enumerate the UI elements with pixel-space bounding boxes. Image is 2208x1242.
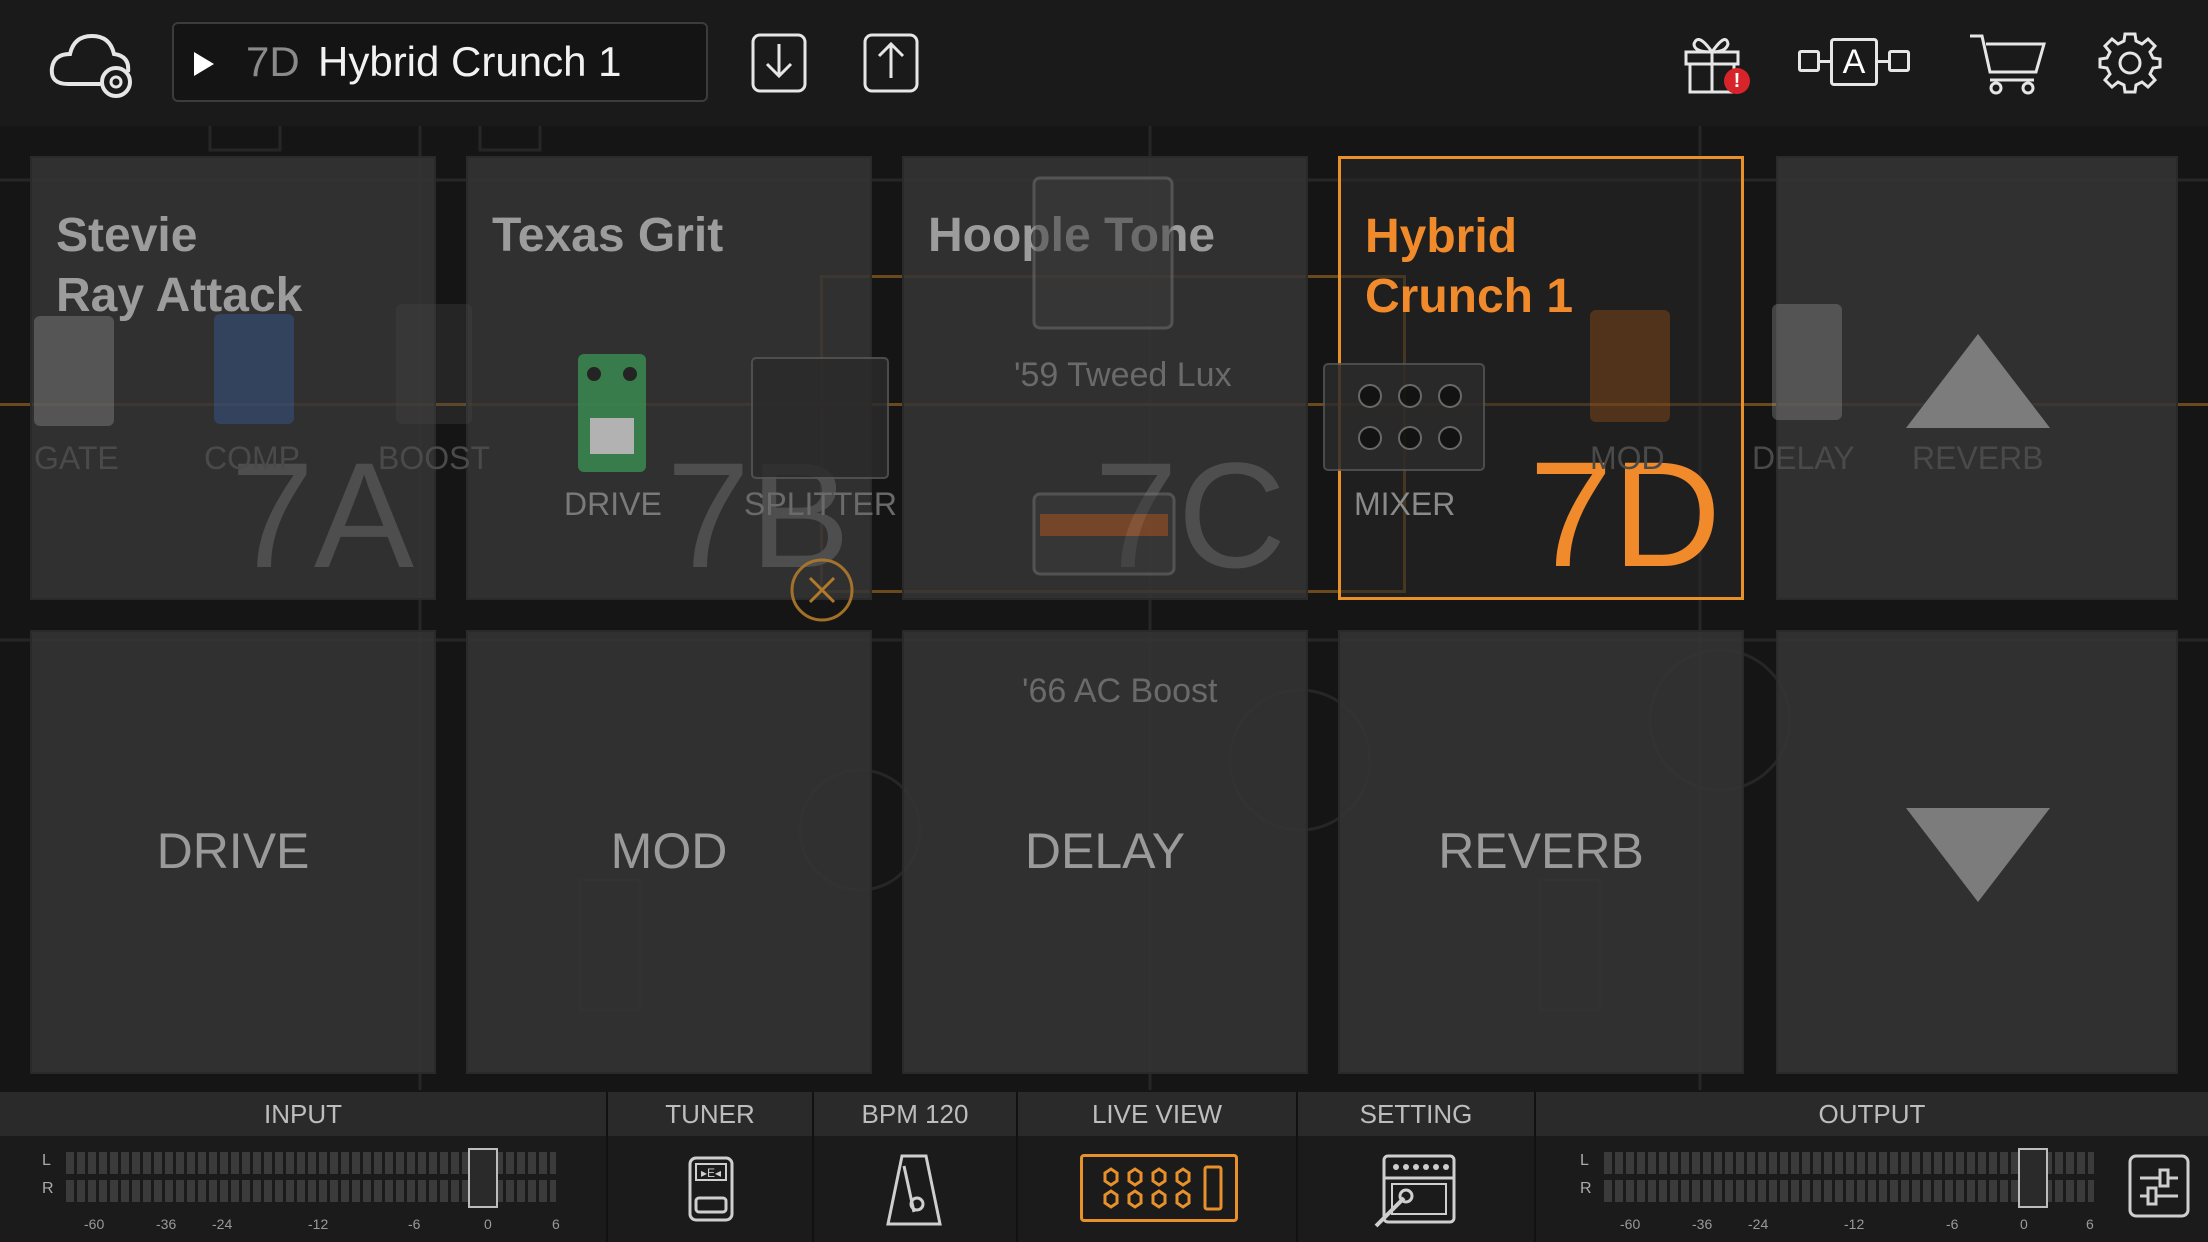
play-icon xyxy=(194,52,214,76)
current-preset-name: Hybrid Crunch 1 xyxy=(318,38,622,85)
gear-icon[interactable] xyxy=(2098,30,2162,94)
input-gain-fader[interactable] xyxy=(468,1148,498,1208)
bottom-bar: INPUT TUNER BPM 120 LIVE VIEW SETTING OU… xyxy=(0,1092,2208,1242)
meter-tick: -36 xyxy=(156,1216,177,1232)
chain-block-delay: DELAY xyxy=(1752,440,1855,476)
triangle-down-icon xyxy=(1906,808,2050,902)
bpm-label: BPM 120 xyxy=(861,1099,969,1129)
preset-tile-7b[interactable]: Texas Grit 7B xyxy=(466,156,872,600)
meter-tick: 6 xyxy=(552,1216,560,1232)
ab-label: A xyxy=(1830,38,1878,86)
category-tile-drive[interactable]: DRIVE xyxy=(30,630,436,1074)
meter-tick: -24 xyxy=(1748,1216,1769,1232)
input-level-meter[interactable]: L R -60 -36 -24 -12 -6 0 6 xyxy=(40,1148,560,1238)
download-icon[interactable] xyxy=(750,32,808,94)
category-label: DRIVE xyxy=(156,823,310,879)
meter-l-label: L xyxy=(42,1152,51,1169)
preset-name: Hoople Tone xyxy=(928,209,1216,262)
setting-label: SETTING xyxy=(1359,1099,1473,1129)
meter-tick: -36 xyxy=(1692,1216,1713,1232)
chain-block-mixer: MIXER xyxy=(1354,486,1456,522)
compare-line-left xyxy=(1820,60,1830,63)
cloud-icon[interactable] xyxy=(46,26,136,98)
amp-66-ac-boost: '66 AC Boost xyxy=(1022,672,1218,710)
category-label: MOD xyxy=(610,823,728,879)
output-volume-fader[interactable] xyxy=(2018,1148,2048,1208)
compare-line-right xyxy=(1878,60,1888,63)
cart-icon[interactable] xyxy=(1968,30,2048,96)
gift-button[interactable]: ! xyxy=(1680,26,1752,98)
mixer-sliders-icon[interactable] xyxy=(2128,1154,2190,1218)
gift-badge: ! xyxy=(1724,68,1750,94)
meter-tick: 0 xyxy=(2020,1216,2028,1232)
category-label: DELAY xyxy=(1024,823,1186,879)
separator xyxy=(606,1092,608,1242)
input-label: INPUT xyxy=(264,1099,342,1129)
ab-compare-button[interactable]: A xyxy=(1796,38,1912,88)
chain-block-reverb: REVERB xyxy=(1912,440,2044,476)
meter-tick: 6 xyxy=(2086,1216,2094,1232)
output-level-meter[interactable]: L R -60 -36 -24 -12 -6 0 6 xyxy=(1578,1148,2098,1238)
preset-tile-7a[interactable]: Stevie Ray Attack 7A xyxy=(30,156,436,600)
chain-block-comp: COMP xyxy=(204,440,300,476)
tuner-label: TUNER xyxy=(665,1099,755,1129)
meter-tick: -24 xyxy=(212,1216,233,1232)
chain-block-boost: BOOST xyxy=(378,440,491,476)
triangle-up-icon xyxy=(1906,334,2050,428)
amp-59-tweed-lux: '59 Tweed Lux xyxy=(1014,356,1232,394)
meter-tick: -12 xyxy=(1844,1216,1865,1232)
preset-name: Hybrid Crunch 1 xyxy=(1365,210,1574,323)
preset-name: Texas Grit xyxy=(492,209,724,262)
meter-tick: 0 xyxy=(484,1216,492,1232)
category-label: REVERB xyxy=(1438,823,1644,879)
bottom-labels-strip: INPUT TUNER BPM 120 LIVE VIEW SETTING OU… xyxy=(0,1092,2208,1136)
chain-block-gate: GATE xyxy=(34,440,119,476)
metronome-icon[interactable] xyxy=(884,1152,944,1228)
preset-number: 7C xyxy=(1094,431,1286,599)
meter-l-label: L xyxy=(1580,1152,1589,1169)
output-label: OUTPUT xyxy=(1818,1099,1926,1129)
meter-tick: -60 xyxy=(84,1216,105,1232)
preset-name: Stevie Ray Attack xyxy=(56,209,303,322)
chain-block-drive: DRIVE xyxy=(564,486,662,522)
category-tile-mod[interactable]: MOD xyxy=(466,630,872,1074)
meter-tick: -12 xyxy=(308,1216,329,1232)
live-view-button[interactable] xyxy=(1080,1154,1238,1222)
preset-tile-7d[interactable]: Hybrid Crunch 1 7D xyxy=(1338,156,1744,600)
amp-setting-icon[interactable] xyxy=(1374,1152,1458,1228)
compare-slot-right xyxy=(1888,50,1910,72)
chain-block-mod: MOD xyxy=(1590,440,1665,476)
separator xyxy=(812,1092,814,1242)
meter-r-label: R xyxy=(42,1180,54,1197)
separator xyxy=(1534,1092,1536,1242)
meter-tick: -6 xyxy=(1946,1216,1959,1232)
live-view-icon xyxy=(1103,1165,1223,1211)
page-down-button[interactable] xyxy=(1776,630,2178,1074)
top-bar: 7D Hybrid Crunch 1 ! A xyxy=(0,0,2208,126)
separator xyxy=(1296,1092,1298,1242)
meter-tick: -60 xyxy=(1620,1216,1641,1232)
svg-text:▸E◂: ▸E◂ xyxy=(701,1166,721,1180)
tuner-icon[interactable]: ▸E◂ xyxy=(686,1154,736,1224)
chain-block-splitter: SPLITTER xyxy=(744,486,897,522)
current-preset-selector[interactable]: 7D Hybrid Crunch 1 xyxy=(172,22,708,102)
live-view-label: LIVE VIEW xyxy=(1091,1099,1223,1129)
compare-slot-left xyxy=(1798,50,1820,72)
meter-tick: -6 xyxy=(408,1216,421,1232)
page-up-button[interactable] xyxy=(1776,156,2178,600)
current-preset-id: 7D xyxy=(246,38,300,85)
category-tile-reverb[interactable]: REVERB xyxy=(1338,630,1744,1074)
meter-r-label: R xyxy=(1580,1180,1592,1197)
separator xyxy=(1016,1092,1018,1242)
upload-icon[interactable] xyxy=(862,32,920,94)
